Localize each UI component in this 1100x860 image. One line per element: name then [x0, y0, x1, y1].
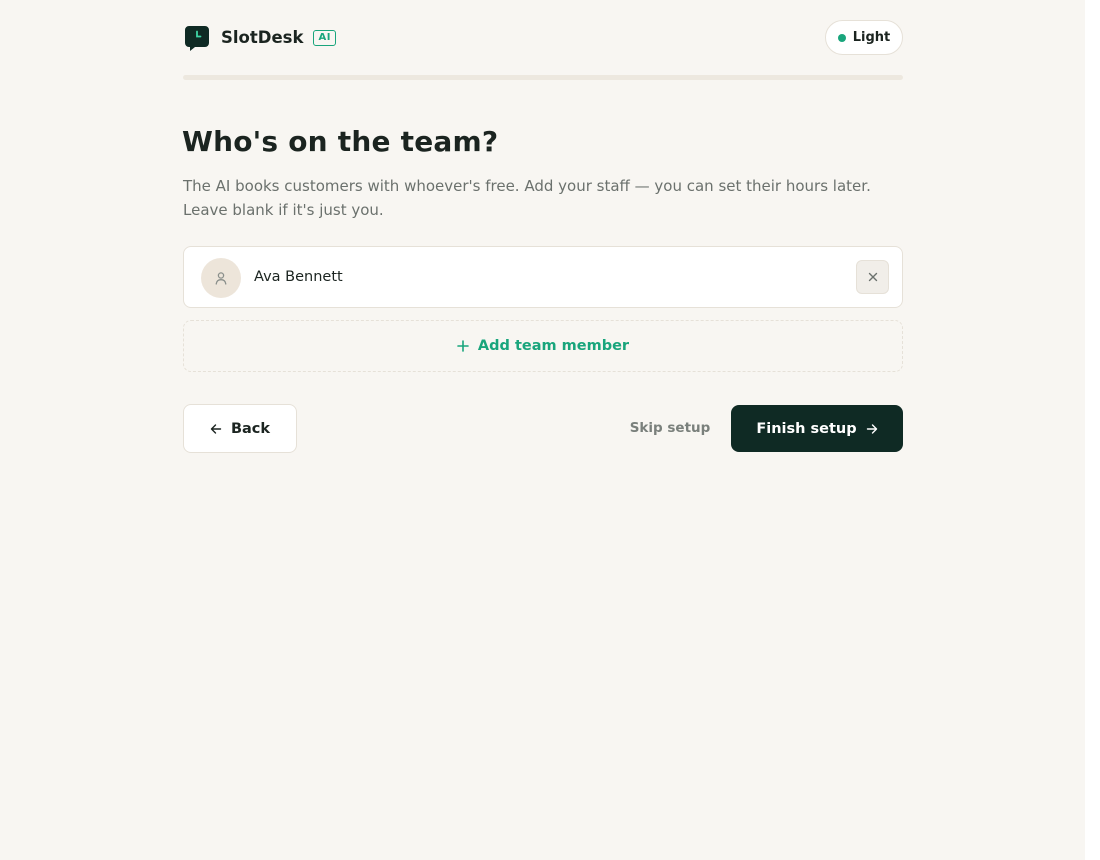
user-icon [214, 271, 228, 285]
finish-setup-label: Finish setup [756, 420, 857, 437]
page-title: Who's on the team? [182, 125, 499, 158]
setup-progress-fill [183, 75, 903, 80]
theme-toggle-label: Light [852, 30, 891, 45]
ai-badge: AI [313, 29, 336, 46]
arrow-left-icon [210, 423, 222, 435]
brand: SlotDesk AI [183, 20, 336, 55]
plus-icon [457, 340, 469, 352]
brand-name: SlotDesk [221, 28, 304, 47]
skip-setup-button[interactable]: Skip setup [620, 410, 720, 446]
team-member-row [183, 246, 903, 308]
finish-setup-button[interactable]: Finish setup [731, 405, 903, 452]
back-label: Back [230, 420, 271, 437]
back-button[interactable]: Back [183, 404, 297, 453]
header: SlotDesk AI Light [183, 20, 903, 55]
theme-toggle-button[interactable]: Light [825, 20, 903, 55]
avatar [201, 258, 241, 298]
page-description: The AI books customers with whoever's fr… [183, 177, 871, 219]
theme-status-dot-icon [837, 33, 846, 42]
remove-member-button[interactable] [856, 260, 889, 294]
setup-progress-bar [183, 75, 903, 80]
arrow-right-icon [866, 423, 878, 435]
add-team-member-button[interactable]: Add team member [183, 320, 903, 372]
team-member-name-input[interactable] [254, 265, 834, 289]
chat-clock-logo-icon [183, 24, 211, 52]
add-team-member-label: Add team member [477, 338, 630, 354]
page-background: SlotDesk AI Light Who's on the team? The… [0, 0, 1085, 860]
close-icon [868, 272, 878, 282]
